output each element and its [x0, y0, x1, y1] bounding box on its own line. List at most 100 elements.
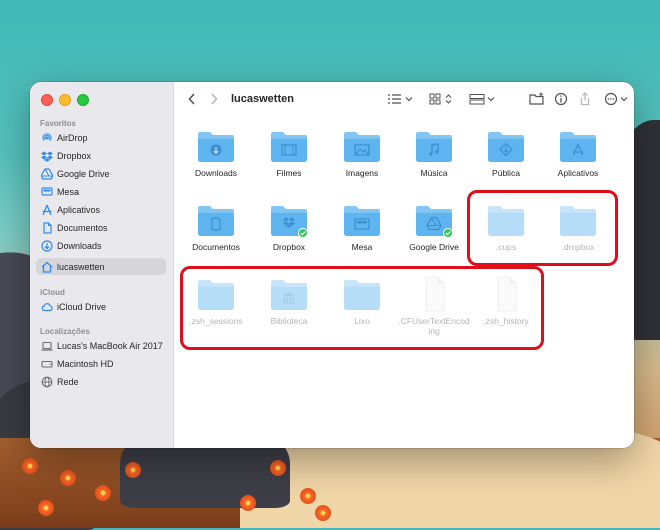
sidebar-item-label: Dropbox: [57, 150, 92, 161]
new-folder-button[interactable]: [529, 91, 545, 107]
network-icon: [41, 376, 53, 388]
dropbox-icon: [41, 150, 53, 162]
list-view-menu-button[interactable]: [387, 91, 415, 107]
minimize-button[interactable]: [59, 94, 71, 106]
desktop-flower: [60, 470, 76, 486]
group-icon: [469, 94, 495, 105]
highlight-box-hidden-folders: [467, 190, 618, 266]
sidebar-item-mesa[interactable]: Mesa: [36, 183, 166, 200]
forward-button[interactable]: [209, 91, 219, 107]
sidebar-item-label: Lucas's MacBook Air 2017: [57, 340, 163, 351]
desktop-flower: [300, 488, 316, 504]
sidebar-item-label: AirDrop: [57, 132, 88, 143]
folder-icon: [269, 128, 309, 164]
group-menu-button[interactable]: [469, 91, 497, 107]
info-icon: [554, 92, 568, 106]
sidebar-item-label: Downloads: [57, 240, 102, 251]
desktop-icon: [41, 186, 53, 198]
toolbar: lucaswetten: [173, 82, 634, 118]
sidebar-item-macintosh-hd[interactable]: Macintosh HD: [36, 355, 166, 372]
sidebar-item-label: iCloud Drive: [57, 301, 107, 312]
item-label: Aplicativos: [557, 168, 599, 178]
folder-item[interactable]: Imagens: [326, 128, 398, 178]
applications-icon: [41, 204, 53, 216]
close-button[interactable]: [41, 94, 53, 106]
get-info-button[interactable]: [554, 91, 568, 107]
folder-icon: [342, 202, 382, 238]
share-icon: [580, 92, 590, 106]
sidebar-item-lucaswetten[interactable]: lucaswetten: [36, 258, 166, 275]
share-button[interactable]: [578, 91, 592, 107]
airdrop-icon: [41, 132, 53, 144]
laptop-icon: [41, 340, 53, 352]
grid-view-icon: [429, 93, 452, 105]
sidebar: Favoritos AirDrop Dropbox Google Drive M…: [30, 82, 174, 448]
folder-item[interactable]: Downloads: [180, 128, 252, 178]
item-label: Documentos: [192, 242, 240, 252]
item-label: Mesa: [351, 242, 373, 252]
folder-icon: [269, 202, 309, 238]
chevron-right-icon: [211, 93, 218, 105]
desktop-flower: [270, 460, 286, 476]
desktop-flower: [240, 495, 256, 511]
folder-item[interactable]: Pública: [470, 128, 542, 178]
home-icon: [41, 261, 53, 273]
item-label: Pública: [492, 168, 520, 178]
folder-icon: [486, 128, 526, 164]
icon-view-button[interactable]: [429, 91, 455, 107]
sidebar-section-icloud: iCloud: [40, 288, 65, 297]
sidebar-item-icloud-drive[interactable]: iCloud Drive: [36, 298, 166, 315]
sidebar-item-macbook[interactable]: Lucas's MacBook Air 2017: [36, 337, 166, 354]
ellipsis-circle-icon: [604, 92, 628, 106]
folder-icon: [196, 202, 236, 238]
folder-item[interactable]: Música: [398, 128, 470, 178]
desktop-flower: [125, 462, 141, 478]
folder-item[interactable]: Aplicativos: [542, 128, 614, 178]
sidebar-item-label: Macintosh HD: [57, 358, 114, 369]
disk-icon: [41, 358, 53, 370]
folder-item[interactable]: Documentos: [180, 202, 252, 252]
window-controls: [41, 94, 89, 106]
sidebar-item-downloads[interactable]: Downloads: [36, 237, 166, 254]
item-label: Dropbox: [272, 242, 306, 252]
list-view-icon: [388, 94, 413, 104]
zoom-button[interactable]: [77, 94, 89, 106]
sidebar-item-label: Aplicativos: [57, 204, 101, 215]
sidebar-item-label: Rede: [57, 376, 79, 387]
sidebar-item-label: Google Drive: [57, 168, 110, 179]
folder-icon: [342, 128, 382, 164]
desktop-flower: [315, 505, 331, 521]
highlight-box-hidden-files: [180, 266, 544, 350]
folder-item[interactable]: Mesa: [326, 202, 398, 252]
download-icon: [41, 239, 53, 252]
folder-icon: [196, 128, 236, 164]
sidebar-item-aplicativos[interactable]: Aplicativos: [36, 201, 166, 218]
new-folder-icon: [529, 92, 544, 105]
sidebar-item-google-drive[interactable]: Google Drive: [36, 165, 166, 182]
desktop-flower: [38, 500, 54, 516]
sidebar-item-label: Mesa: [57, 186, 80, 197]
sidebar-item-dropbox[interactable]: Dropbox: [36, 147, 166, 164]
sidebar-section-favorites: Favoritos: [40, 119, 77, 128]
sidebar-item-airdrop[interactable]: AirDrop: [36, 129, 166, 146]
folder-item[interactable]: Google Drive: [398, 202, 470, 252]
action-menu-button[interactable]: [604, 91, 632, 107]
google-drive-icon: [41, 167, 53, 180]
sidebar-item-label: lucaswetten: [57, 261, 105, 272]
sidebar-item-label: Documentos: [57, 222, 108, 233]
folder-item[interactable]: Dropbox: [253, 202, 325, 252]
sidebar-section-locations: Localizações: [40, 327, 90, 336]
item-label: Imagens: [345, 168, 379, 178]
folder-icon: [558, 128, 598, 164]
back-button[interactable]: [187, 91, 197, 107]
document-icon: [41, 221, 53, 234]
folder-item[interactable]: Filmes: [253, 128, 325, 178]
folder-icon: [414, 128, 454, 164]
item-label: Filmes: [276, 168, 302, 178]
item-label: Google Drive: [409, 242, 459, 252]
sidebar-item-documentos[interactable]: Documentos: [36, 219, 166, 236]
item-label: Downloads: [194, 168, 238, 178]
window-title: lucaswetten: [231, 93, 294, 105]
sidebar-item-rede[interactable]: Rede: [36, 373, 166, 390]
item-label: Música: [420, 168, 448, 178]
